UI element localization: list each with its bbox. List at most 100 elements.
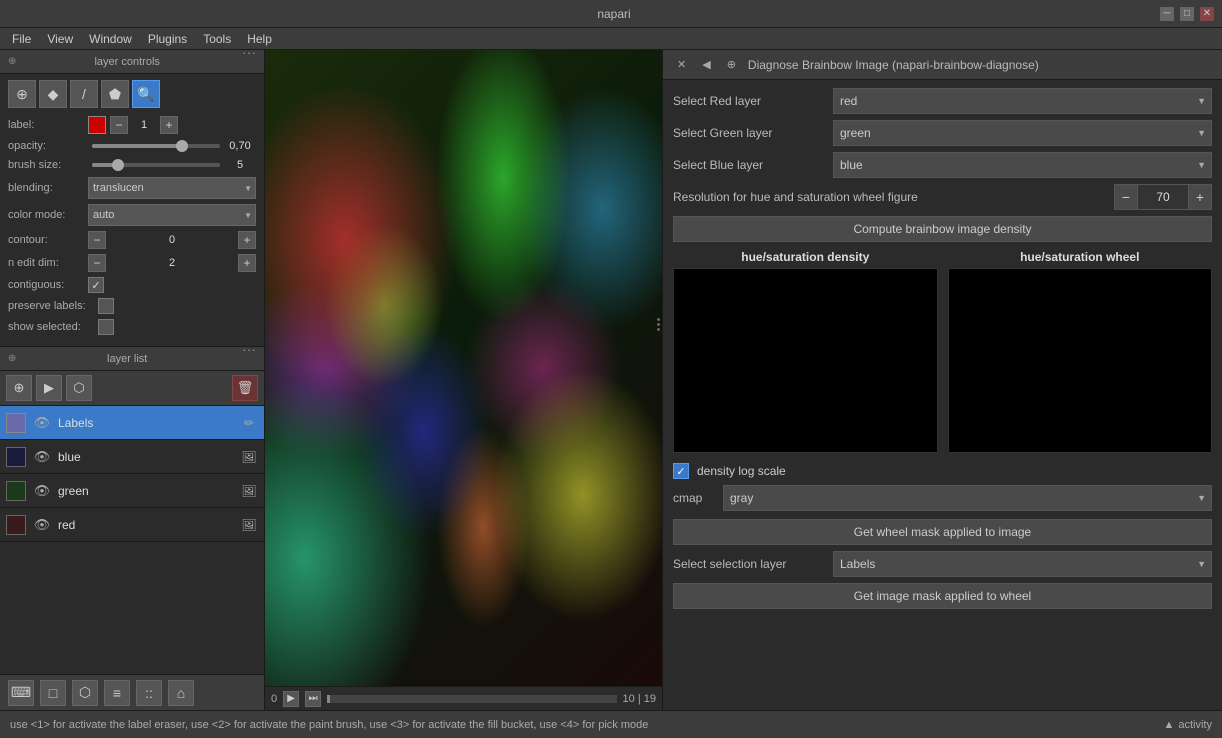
ndim-btn[interactable]: □ [40,680,66,706]
cmap-select[interactable]: gray viridis plasma inferno [723,485,1212,511]
minimize-button[interactable]: ─ [1160,7,1174,21]
layer-select-btn[interactable]: ▶ [36,375,62,401]
chart-density-canvas [673,268,938,453]
menu-plugins[interactable]: Plugins [140,30,195,48]
select-tool[interactable]: ◆ [39,80,67,108]
grid-btn[interactable]: ≡ [104,680,130,706]
select-selection-dropdown[interactable]: Labels red green blue [833,551,1212,577]
wheel-mask-btn[interactable]: Get wheel mask applied to image [673,519,1212,545]
resolution-plus-btn[interactable]: + [1188,184,1212,210]
layer-controls-menu[interactable]: ⋯ [242,45,256,62]
close-button[interactable]: ✕ [1200,7,1214,21]
label-plus[interactable]: + [160,116,178,134]
home-btn[interactable]: ⌂ [168,680,194,706]
layer-delete-btn[interactable]: 🗑 [232,375,258,401]
color-mode-select[interactable]: auto direct cycle [88,204,256,226]
plugin-back-btn[interactable]: ◀ [698,56,714,73]
chart-density-title: hue/saturation density [741,250,869,264]
activity-arrow-icon: ▲ [1163,719,1174,731]
preserve-labels-label: preserve labels: [8,300,98,312]
canvas-drag-handle[interactable] [655,314,662,335]
canvas-skip-btn[interactable]: ⏭ [305,691,321,707]
layer-red-visibility[interactable]: 👁 [32,515,52,535]
layer-shapes-btn[interactable]: ⬡ [66,375,92,401]
charts-row: hue/saturation density hue/saturation wh… [673,250,1212,453]
layer-add-points-btn[interactable]: ⊕ [6,375,32,401]
layer-list-menu[interactable]: ⋯ [242,342,256,359]
layer-blue-color [6,447,26,467]
select-red-dropdown[interactable]: red green blue Labels [833,88,1212,114]
opacity-slider[interactable] [92,139,220,153]
layer-labels-visibility[interactable]: 👁 [32,413,52,433]
brush-size-value: 5 [224,159,256,171]
color-mode-label: color mode: [8,209,88,221]
contour-row: contour: − 0 + [8,231,256,249]
layer-blue-visibility[interactable]: 👁 [32,447,52,467]
layer-item-labels[interactable]: 👁 Labels ✏ [0,406,264,440]
plugin-expand-btn[interactable]: ⊕ [723,56,740,73]
layer-red-color [6,515,26,535]
density-log-checkbox[interactable] [673,463,689,479]
show-selected-checkbox[interactable] [98,319,114,335]
layer-green-type-icon: 🖼 [240,482,258,500]
compute-btn[interactable]: Compute brainbow image density [673,216,1212,242]
maximize-button[interactable]: □ [1180,7,1194,21]
select-green-dropdown[interactable]: red green blue Labels [833,120,1212,146]
layer-list-header: ⊕ layer list ⋯ [0,347,264,371]
label-color-swatch[interactable] [88,116,106,134]
image-mask-btn[interactable]: Get image mask applied to wheel [673,583,1212,609]
select-blue-dropdown[interactable]: red green blue Labels [833,152,1212,178]
console-btn[interactable]: ⌨ [8,680,34,706]
opacity-value: 0,70 [224,140,256,152]
resolution-minus-btn[interactable]: − [1114,184,1138,210]
contour-label: contour: [8,234,88,246]
plugin-btn[interactable]: ⬡ [72,680,98,706]
preserve-labels-row: preserve labels: [8,298,256,314]
canvas-coords: 10 | 19 [623,693,656,705]
menu-tools[interactable]: Tools [195,30,239,48]
activity-button[interactable]: ▲ activity [1163,719,1212,731]
density-log-row: density log scale [673,463,1212,479]
tool-icons-row: ⊕ ◆ / ⬟ 🔍 [8,80,256,108]
layer-item-blue[interactable]: 👁 blue 🖼 [0,440,264,474]
paint-tool[interactable]: / [70,80,98,108]
select-blue-label: Select Blue layer [673,158,833,172]
search-tool[interactable]: 🔍 [132,80,160,108]
layer-labels-name: Labels [58,416,240,430]
chart-wheel-container: hue/saturation wheel [948,250,1213,453]
preserve-labels-checkbox[interactable] [98,298,114,314]
menu-window[interactable]: Window [81,30,140,48]
fill-tool[interactable]: ⬟ [101,80,129,108]
label-value: 1 [128,119,160,131]
n-edit-dim-value: 2 [106,257,238,269]
plugin-title: Diagnose Brainbow Image (napari-brainbow… [748,58,1212,72]
layer-item-green[interactable]: 👁 green 🖼 [0,474,264,508]
n-edit-dim-plus[interactable]: + [238,254,256,272]
layer-item-red[interactable]: 👁 red 🖼 [0,508,264,542]
canvas-play-btn[interactable]: ▶ [283,691,299,707]
right-panel: ✕ ◀ ⊕ Diagnose Brainbow Image (napari-br… [662,50,1222,710]
brush-size-slider[interactable] [92,158,220,172]
blending-row: blending: translucen additive opaque [8,177,256,199]
contour-plus[interactable]: + [238,231,256,249]
layer-list-toolbar: ⊕ ▶ ⬡ 🗑 [0,371,264,406]
plugin-close-btn[interactable]: ✕ [673,56,690,73]
blending-select[interactable]: translucen additive opaque [88,177,256,199]
blending-select-wrapper: translucen additive opaque [88,177,256,199]
canvas-scrubber[interactable] [327,695,616,703]
select-green-wrapper: red green blue Labels [833,120,1212,146]
label-minus[interactable]: − [110,116,128,134]
contiguous-checkbox[interactable] [88,277,104,293]
transform-tool[interactable]: ⊕ [8,80,36,108]
n-edit-dim-minus[interactable]: − [88,254,106,272]
label-label: label: [8,119,88,131]
contour-minus[interactable]: − [88,231,106,249]
menu-file[interactable]: File [4,30,39,48]
grid2-btn[interactable]: :: [136,680,162,706]
app-title: napari [68,7,1160,21]
canvas-area: 0 ▶ ⏭ 10 | 19 [265,50,662,710]
layer-green-visibility[interactable]: 👁 [32,481,52,501]
layer-labels-type-icon: ✏ [240,414,258,432]
menu-view[interactable]: View [39,30,81,48]
canvas-bottom-bar: 0 ▶ ⏭ 10 | 19 [265,686,662,710]
